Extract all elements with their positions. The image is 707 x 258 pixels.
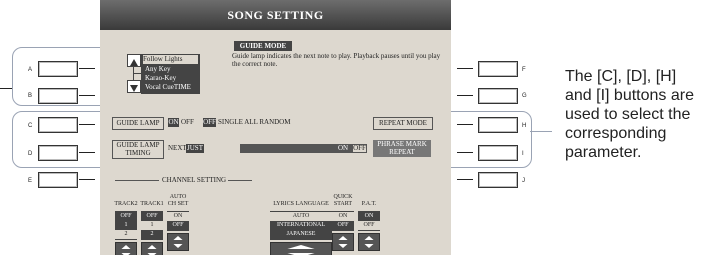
button-a[interactable] bbox=[38, 61, 78, 77]
channel-column-header: AUTO CH SET bbox=[167, 194, 189, 207]
up-down-arrow-icon[interactable] bbox=[332, 233, 354, 251]
channel-value[interactable]: ON bbox=[167, 212, 189, 221]
button-label-f: F bbox=[522, 67, 526, 73]
phrase-mark-repeat-button[interactable]: PHRASE MARK REPEAT bbox=[373, 140, 431, 157]
channel-column-header: P.A.T. bbox=[361, 201, 377, 207]
timing-next[interactable]: NEXT bbox=[168, 144, 187, 153]
button-e-line bbox=[79, 179, 95, 180]
channel-setting-divider bbox=[115, 180, 159, 181]
channel-column-header: QUICK START bbox=[333, 194, 353, 207]
button-i-line bbox=[457, 152, 473, 153]
guide-mode-option[interactable]: Any Key bbox=[145, 65, 170, 74]
channel-value-list[interactable]: ON OFF bbox=[358, 211, 380, 231]
guide-mode-option[interactable]: Vocal CueTIME bbox=[145, 83, 191, 92]
up-down-arrow-icon[interactable] bbox=[270, 242, 332, 255]
up-down-arrow-icon[interactable] bbox=[167, 233, 189, 251]
phrase-repeat-on[interactable]: ON bbox=[338, 144, 348, 153]
channel-value-list[interactable]: OFF 1 2 bbox=[141, 211, 163, 240]
channel-column-header: TRACK1 bbox=[140, 201, 164, 207]
channel-value[interactable]: OFF bbox=[332, 221, 354, 230]
channel-value[interactable]: 2 bbox=[141, 230, 163, 239]
channel-value-list[interactable]: OFF 1 2 bbox=[115, 211, 137, 240]
channel-value-list[interactable]: ON OFF bbox=[167, 211, 189, 231]
button-e[interactable] bbox=[38, 172, 78, 188]
button-d[interactable] bbox=[38, 145, 78, 161]
channel-value[interactable]: AUTO bbox=[270, 212, 332, 221]
repeat-options[interactable]: SINGLE ALL RANDOM bbox=[218, 118, 290, 127]
channel-value[interactable]: 1 bbox=[115, 221, 137, 230]
channel-value[interactable]: ON bbox=[358, 212, 380, 221]
channel-value[interactable]: 2 bbox=[115, 230, 137, 239]
instruction-text: The [C], [D], [H] and [I] buttons are us… bbox=[565, 68, 694, 161]
channel-value[interactable]: OFF bbox=[358, 221, 380, 230]
up-arrow-icon[interactable] bbox=[127, 54, 141, 67]
repeat-off[interactable]: OFF bbox=[203, 118, 216, 127]
button-c-line bbox=[79, 124, 95, 125]
channel-value-list[interactable]: ON OFF bbox=[332, 211, 354, 231]
channel-column[interactable]: TRACK2 OFF 1 2 bbox=[114, 186, 138, 255]
channel-column[interactable]: TRACK1 OFF 1 2 bbox=[140, 186, 164, 255]
down-arrow-icon[interactable] bbox=[127, 80, 141, 93]
guide-lamp-off[interactable]: OFF bbox=[181, 118, 194, 127]
guide-lamp-button[interactable]: GUIDE LAMP bbox=[112, 117, 164, 130]
guide-mode-heading: GUIDE MODE bbox=[234, 41, 292, 51]
guide-lamp-on[interactable]: ON bbox=[168, 118, 179, 127]
lcd-screen: SONG SETTING Follow Lights Any Key Karao… bbox=[100, 0, 451, 255]
arrow-connector bbox=[133, 73, 141, 74]
button-i[interactable] bbox=[478, 145, 518, 161]
button-label-b: B bbox=[28, 93, 33, 99]
button-label-g: G bbox=[522, 93, 527, 99]
channel-column[interactable]: P.A.T. ON OFF bbox=[358, 186, 380, 251]
up-down-arrow-icon[interactable] bbox=[141, 242, 163, 255]
button-f[interactable] bbox=[478, 61, 518, 77]
button-label-j: J bbox=[522, 178, 525, 184]
up-down-arrow-icon[interactable] bbox=[358, 233, 380, 251]
button-f-line bbox=[457, 68, 473, 69]
guide-mode-option[interactable]: Follow Lights bbox=[143, 55, 198, 64]
connector-line-right bbox=[530, 131, 552, 132]
timing-just[interactable]: JUST bbox=[186, 144, 204, 153]
channel-value[interactable]: 1 bbox=[141, 221, 163, 230]
button-d-line bbox=[79, 152, 95, 153]
button-label-i: I bbox=[522, 151, 524, 157]
button-h[interactable] bbox=[478, 117, 518, 133]
button-label-a: A bbox=[28, 67, 33, 73]
screen-title: SONG SETTING bbox=[100, 0, 451, 30]
guide-mode-option[interactable]: Karao-Key bbox=[145, 74, 176, 83]
channel-value[interactable]: OFF bbox=[167, 221, 189, 230]
channel-value-list[interactable]: AUTO INTERNATIONAL JAPANESE bbox=[270, 211, 332, 240]
connector-line-left bbox=[0, 88, 12, 89]
button-g-line bbox=[457, 95, 473, 96]
button-j[interactable] bbox=[478, 172, 518, 188]
button-label-d: D bbox=[28, 151, 33, 157]
channel-value[interactable]: INTERNATIONAL bbox=[270, 221, 332, 230]
button-g[interactable] bbox=[478, 88, 518, 104]
repeat-mode-button[interactable]: REPEAT MODE bbox=[373, 117, 433, 130]
channel-column[interactable]: QUICK START ON OFF bbox=[332, 186, 354, 251]
guide-mode-list[interactable]: Follow Lights Any Key Karao-Key Vocal Cu… bbox=[141, 54, 200, 94]
channel-setting-heading: CHANNEL SETTING bbox=[162, 176, 227, 184]
channel-column[interactable]: AUTO CH SET ON OFF bbox=[167, 186, 189, 251]
channel-column[interactable]: LYRICS LANGUAGE AUTO INTERNATIONAL JAPANESE bbox=[270, 186, 332, 255]
button-label-c: C bbox=[28, 123, 33, 129]
button-label-e: E bbox=[28, 178, 33, 184]
guide-mode-description: Guide lamp indicates the next note to pl… bbox=[232, 52, 441, 68]
channel-value[interactable]: JAPANESE bbox=[270, 230, 332, 239]
button-b[interactable] bbox=[38, 88, 78, 104]
guide-lamp-timing-button[interactable]: GUIDE LAMP TIMING bbox=[112, 140, 164, 159]
channel-setting-divider bbox=[228, 180, 252, 181]
button-j-line bbox=[457, 179, 473, 180]
button-h-line bbox=[457, 124, 473, 125]
channel-value[interactable]: OFF bbox=[115, 212, 137, 221]
channel-column-header: LYRICS LANGUAGE bbox=[273, 201, 329, 207]
phrase-repeat-off[interactable]: OFF bbox=[352, 144, 367, 153]
button-c[interactable] bbox=[38, 117, 78, 133]
button-label-h: H bbox=[522, 123, 527, 129]
button-a-line bbox=[79, 68, 95, 69]
button-b-line bbox=[79, 95, 95, 96]
channel-value[interactable]: OFF bbox=[141, 212, 163, 221]
channel-column-header: TRACK2 bbox=[114, 201, 138, 207]
channel-value[interactable]: ON bbox=[332, 212, 354, 221]
up-down-arrow-icon[interactable] bbox=[115, 242, 137, 255]
